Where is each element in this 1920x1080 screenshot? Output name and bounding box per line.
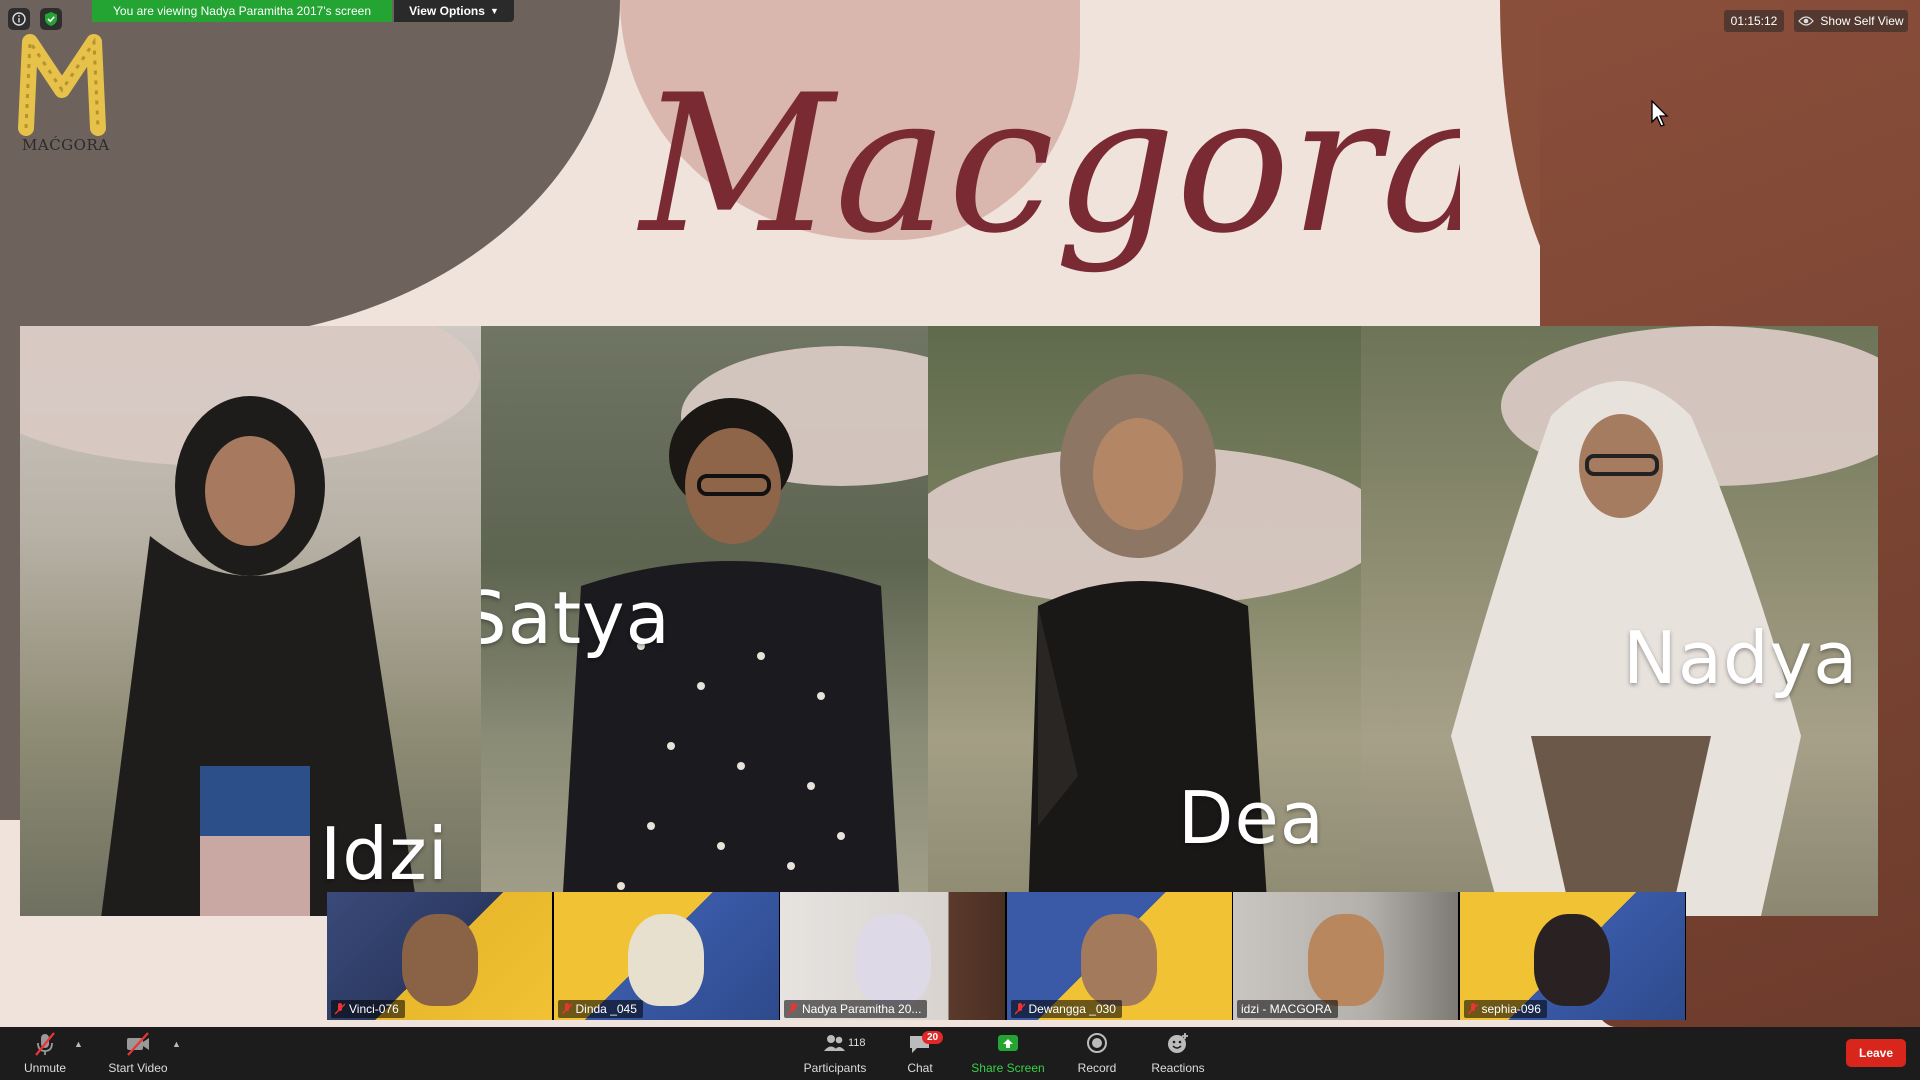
record-icon	[1087, 1033, 1107, 1053]
participant-label: sephia-096	[1463, 1000, 1547, 1018]
muted-mic-icon	[335, 1003, 345, 1015]
record-button[interactable]: Record	[1074, 1031, 1120, 1077]
reactions-label: Reactions	[1151, 1061, 1205, 1075]
audio-options-caret-icon[interactable]: ▲	[74, 1039, 83, 1049]
participant-tile[interactable]: idzi - MACGORA	[1233, 892, 1458, 1020]
viewing-screen-banner: You are viewing Nadya Paramitha 2017's s…	[92, 0, 392, 22]
meeting-toolbar: Unmute ▲ Start Video ▲ 118 Participants …	[0, 1027, 1920, 1080]
share-screen-label: Share Screen	[971, 1061, 1045, 1075]
shield-check-icon	[45, 12, 57, 26]
participant-name: sephia-096	[1481, 1002, 1541, 1016]
brand-logo-m-icon	[18, 34, 106, 136]
member-name-nadya: Nadya	[1623, 616, 1859, 700]
start-video-label: Start Video	[108, 1061, 168, 1075]
record-label: Record	[1077, 1061, 1117, 1075]
share-screen-button[interactable]: Share Screen	[970, 1031, 1046, 1077]
view-options-label: View Options	[409, 4, 485, 18]
participants-label: Participants	[803, 1061, 867, 1075]
participant-tile[interactable]: Nadya Paramitha 20...	[780, 892, 1005, 1020]
mouse-cursor-icon	[1651, 100, 1669, 127]
muted-mic-icon	[561, 1003, 572, 1015]
chat-button[interactable]: 20 Chat	[902, 1031, 944, 1077]
unmute-label: Unmute	[23, 1061, 67, 1075]
participants-count: 118	[848, 1037, 866, 1049]
participant-video-strip: Vinci-076 Dinda _045 Nadya Paramitha 20.…	[327, 892, 1686, 1020]
info-icon	[12, 12, 26, 26]
participants-icon	[824, 1035, 845, 1051]
show-self-view-button[interactable]: Show Self View	[1794, 10, 1908, 32]
video-options-caret-icon[interactable]: ▲	[172, 1039, 181, 1049]
meeting-info-button[interactable]	[8, 8, 30, 30]
muted-mic-icon	[788, 1003, 798, 1015]
chat-label: Chat	[907, 1061, 933, 1075]
reactions-button[interactable]: Reactions	[1150, 1031, 1206, 1077]
slide-script-title-text: Macgora	[637, 54, 1460, 275]
participant-name: Vinci-076	[349, 1002, 399, 1016]
muted-mic-icon	[35, 1032, 55, 1056]
member-name-idzi: Idzi	[320, 812, 449, 896]
brand-logo-text: MAĆGORA	[22, 136, 110, 154]
participant-label: Dinda _045	[557, 1000, 643, 1018]
participant-label: Vinci-076	[331, 1000, 405, 1018]
member-photo-idzi: Idzi	[20, 326, 481, 916]
share-screen-icon	[998, 1035, 1018, 1051]
slide-script-title: Macgora	[637, 54, 1460, 275]
view-options-button[interactable]: View Options ▼	[394, 0, 514, 22]
participant-tile[interactable]: Dewangga _030	[1006, 892, 1232, 1020]
member-name-satya: Satya	[481, 576, 671, 660]
participants-button[interactable]: 118 Participants	[798, 1031, 872, 1077]
participant-label: Dewangga _030	[1010, 1000, 1122, 1018]
brand-logo: MAĆGORA	[16, 28, 110, 158]
meeting-timer: 01:15:12	[1724, 10, 1784, 32]
member-photo-nadya: Nadya	[1361, 326, 1878, 916]
participant-name: Dewangga _030	[1028, 1002, 1116, 1016]
participant-tile[interactable]: sephia-096	[1459, 892, 1685, 1020]
video-off-icon	[127, 1032, 149, 1056]
muted-mic-icon	[1014, 1003, 1025, 1015]
shared-screen-slide: Macgora MAĆGORA Idzi Satya Dea Nadya	[0, 0, 1920, 1027]
unmute-button[interactable]: Unmute	[20, 1031, 70, 1077]
leave-button[interactable]: Leave	[1846, 1039, 1906, 1067]
participant-name: idzi - MACGORA	[1241, 1002, 1332, 1016]
chevron-down-icon: ▼	[489, 6, 499, 16]
chat-unread-badge: 20	[922, 1031, 944, 1044]
start-video-button[interactable]: Start Video	[106, 1031, 170, 1077]
member-name-dea: Dea	[1178, 776, 1325, 860]
participant-label: idzi - MACGORA	[1237, 1000, 1338, 1018]
show-self-view-label: Show Self View	[1820, 14, 1904, 28]
participant-label: Nadya Paramitha 20...	[784, 1000, 928, 1018]
participant-tile[interactable]: Vinci-076	[327, 892, 552, 1020]
encryption-button[interactable]	[40, 8, 62, 30]
member-photo-satya: Satya	[481, 326, 928, 916]
muted-mic-icon	[1467, 1003, 1478, 1015]
member-photo-dea: Dea	[928, 326, 1361, 916]
participant-name: Nadya Paramitha 20...	[802, 1002, 922, 1016]
smiley-plus-icon	[1168, 1033, 1188, 1053]
eye-icon	[1798, 16, 1815, 26]
participant-tile[interactable]: Dinda _045	[553, 892, 779, 1020]
participant-name: Dinda _045	[575, 1002, 637, 1016]
